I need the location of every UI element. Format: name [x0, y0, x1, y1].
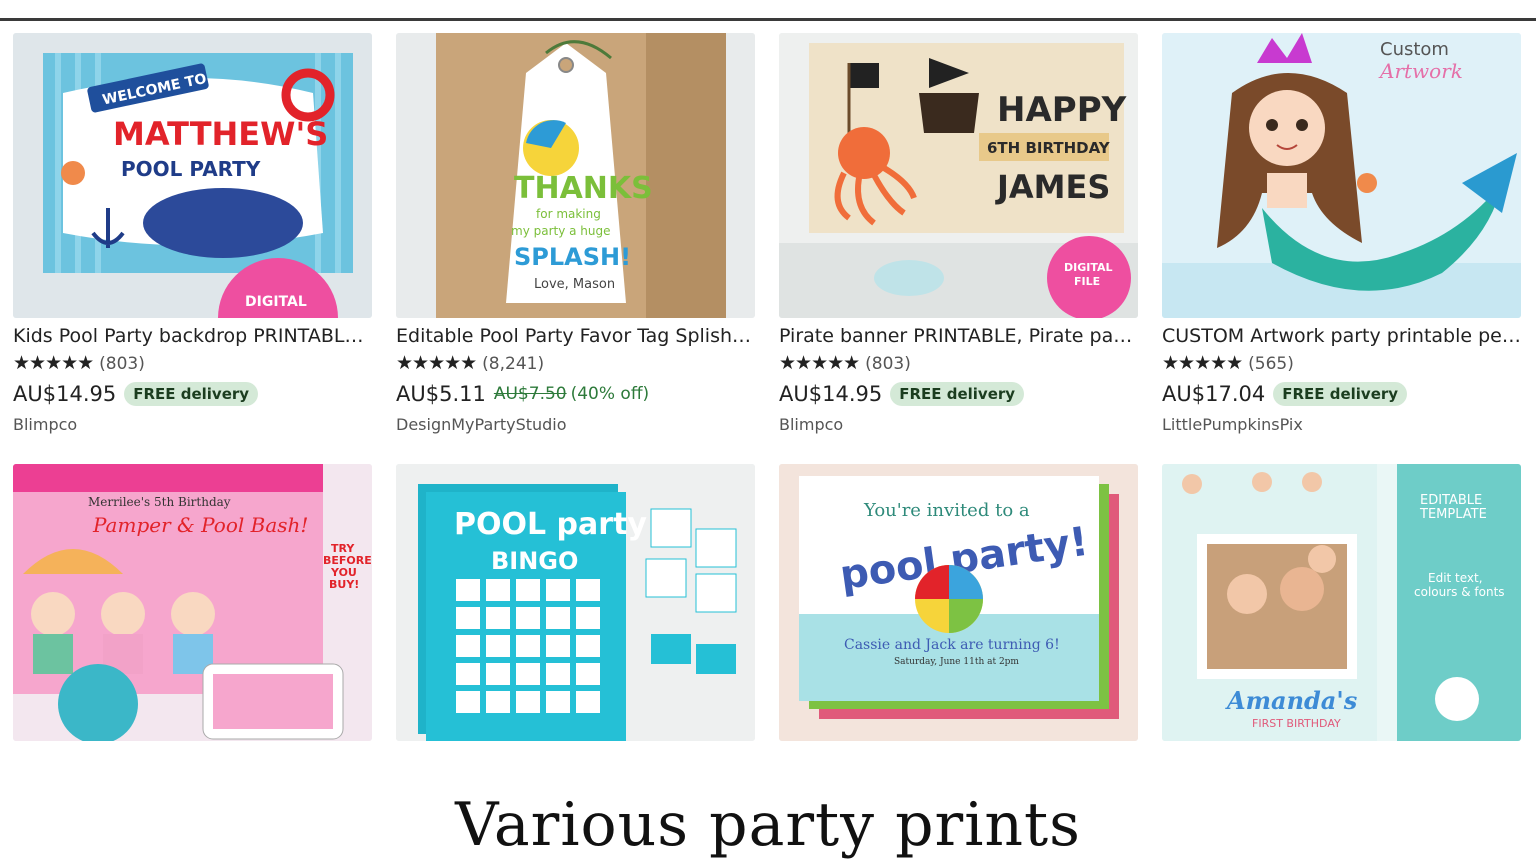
shop-name[interactable]: DesignMyPartyStudio	[396, 415, 755, 434]
image-text-pool-party: POOL party	[454, 507, 647, 542]
image-text-thanks: THANKS	[514, 171, 653, 206]
gallery-card[interactable]: Merrilee's 5th Birthday Pamper & Pool Ba…	[13, 464, 372, 741]
discount-label: (40% off)	[570, 384, 650, 404]
image-text-digital-stamp: DIGITAL	[1064, 261, 1113, 274]
image-text-edit-text: Edit text,	[1428, 571, 1483, 585]
star-rating-icon: ★★★★★	[779, 352, 860, 374]
image-text-cassie-jack: Cassie and Jack are turning 6!	[844, 637, 1060, 653]
listing-rating: ★★★★★ (8,241)	[396, 352, 755, 375]
listing-card[interactable]: THANKS for making my party a huge SPLASH…	[396, 33, 755, 434]
listing-image[interactable]: WELCOME TO MATTHEW'S POOL PARTY DIGITAL	[13, 33, 372, 318]
image-text-digital: DIGITAL	[245, 294, 307, 310]
image-text-huge: my party a huge	[511, 224, 611, 238]
favor-tag-image: THANKS for making my party a huge SPLASH…	[396, 33, 755, 318]
price-row: AU$14.95 FREE delivery	[779, 381, 1138, 407]
image-text-happy-label: HAPPY	[997, 90, 1127, 130]
image-text-name: MATTHEW'S	[113, 115, 328, 153]
listing-title[interactable]: Editable Pool Party Favor Tag Splish S..…	[396, 324, 755, 348]
star-rating-icon: ★★★★★	[1162, 352, 1243, 374]
price-row: AU$5.11 AU$7.50 (40% off)	[396, 381, 755, 407]
free-delivery-badge: FREE delivery	[1273, 382, 1408, 406]
listing-rating: ★★★★★ (565)	[1162, 352, 1521, 375]
listing-price: AU$5.11	[396, 382, 486, 406]
page-caption: Various party prints	[455, 790, 1081, 860]
mermaid-artwork-image: Custom Artwork	[1162, 33, 1521, 318]
review-count: (8,241)	[482, 354, 545, 374]
gallery-image[interactable]: POOL party BINGO	[396, 464, 755, 741]
pirate-banner-image: HAPPY 6TH BIRTHDAY JAMES DIGITAL FILE	[779, 33, 1138, 318]
star-rating-icon: ★★★★★	[13, 352, 94, 374]
top-divider	[0, 18, 1536, 21]
image-text-buy: BUY!	[329, 578, 359, 591]
review-count: (803)	[99, 354, 145, 374]
image-text-for-making: for making	[536, 207, 601, 221]
image-text-invited: You're invited to a	[863, 500, 1030, 521]
shop-name[interactable]: Blimpco	[779, 415, 1138, 434]
image-text-date: Saturday, June 11th at 2pm	[894, 657, 1019, 667]
listing-card[interactable]: WELCOME TO MATTHEW'S POOL PARTY DIGITAL …	[13, 33, 372, 434]
image-text-love: Love, Mason	[534, 277, 615, 292]
image-text-first-birthday: FIRST BIRTHDAY	[1252, 717, 1341, 730]
image-text-splash: SPLASH!	[514, 243, 631, 271]
gallery-card[interactable]: EDITABLE TEMPLATE Edit text, colours & f…	[1162, 464, 1521, 741]
gallery-card[interactable]: POOL party BINGO	[396, 464, 755, 741]
pool-party-backdrop-image: WELCOME TO MATTHEW'S POOL PARTY DIGITAL	[13, 33, 372, 318]
star-rating-icon: ★★★★★	[396, 352, 477, 374]
original-price: AU$7.50	[493, 384, 567, 404]
image-text-artwork: Artwork	[1378, 59, 1463, 83]
pool-party-invite-image: You're invited to a pool party! Cassie a…	[779, 464, 1138, 741]
price-row: AU$17.04 FREE delivery	[1162, 381, 1521, 407]
image-text-birthday-title: Merrilee's 5th Birthday	[88, 495, 231, 509]
listing-price: AU$17.04	[1162, 382, 1266, 406]
image-text-file-stamp: FILE	[1074, 275, 1100, 288]
image-text-bingo: BINGO	[491, 547, 578, 575]
listing-card[interactable]: HAPPY 6TH BIRTHDAY JAMES DIGITAL FILE Pi…	[779, 33, 1138, 434]
gallery-image[interactable]: EDITABLE TEMPLATE Edit text, colours & f…	[1162, 464, 1521, 741]
image-text-custom: Custom	[1380, 39, 1449, 60]
price-row: AU$14.95 FREE delivery	[13, 381, 372, 407]
shop-name[interactable]: Blimpco	[13, 415, 372, 434]
image-text-pamper: Pamper & Pool Bash!	[92, 513, 308, 537]
image-text-editable: EDITABLE	[1420, 493, 1482, 508]
image-text-colours: colours & fonts	[1414, 585, 1505, 599]
image-text-pool-party: POOL PARTY	[121, 157, 261, 181]
review-count: (803)	[865, 354, 911, 374]
free-delivery-badge: FREE delivery	[890, 382, 1025, 406]
listing-title[interactable]: Pirate banner PRINTABLE, Pirate party...	[779, 324, 1138, 348]
image-text-amanda: Amanda's	[1225, 686, 1358, 715]
mermaid-photo-frame-image: EDITABLE TEMPLATE Edit text, colours & f…	[1162, 464, 1521, 741]
review-count: (565)	[1248, 354, 1294, 374]
image-text-template: TEMPLATE	[1419, 507, 1487, 522]
pamper-pool-invite-image: Merrilee's 5th Birthday Pamper & Pool Ba…	[13, 464, 372, 741]
pool-bingo-image: POOL party BINGO	[396, 464, 755, 741]
shop-name[interactable]: LittlePumpkinsPix	[1162, 415, 1521, 434]
listing-image[interactable]: HAPPY 6TH BIRTHDAY JAMES DIGITAL FILE	[779, 33, 1138, 318]
free-delivery-badge: FREE delivery	[124, 382, 259, 406]
listing-image[interactable]: Custom Artwork	[1162, 33, 1521, 318]
listing-rating: ★★★★★ (803)	[13, 352, 372, 375]
gallery-image[interactable]: Merrilee's 5th Birthday Pamper & Pool Ba…	[13, 464, 372, 741]
image-text-birthday: 6TH BIRTHDAY	[987, 139, 1111, 157]
gallery-image[interactable]: You're invited to a pool party! Cassie a…	[779, 464, 1138, 741]
listing-rating: ★★★★★ (803)	[779, 352, 1138, 375]
listing-title[interactable]: Kids Pool Party backdrop PRINTABLE ...	[13, 324, 372, 348]
listing-card[interactable]: Custom Artwork CUSTOM Artwork party prin…	[1162, 33, 1521, 434]
listing-title[interactable]: CUSTOM Artwork party printable pers...	[1162, 324, 1521, 348]
listing-price: AU$14.95	[779, 382, 883, 406]
listing-image[interactable]: THANKS for making my party a huge SPLASH…	[396, 33, 755, 318]
image-text-james: JAMES	[995, 168, 1110, 206]
gallery-card[interactable]: You're invited to a pool party! Cassie a…	[779, 464, 1138, 741]
listing-price: AU$14.95	[13, 382, 117, 406]
